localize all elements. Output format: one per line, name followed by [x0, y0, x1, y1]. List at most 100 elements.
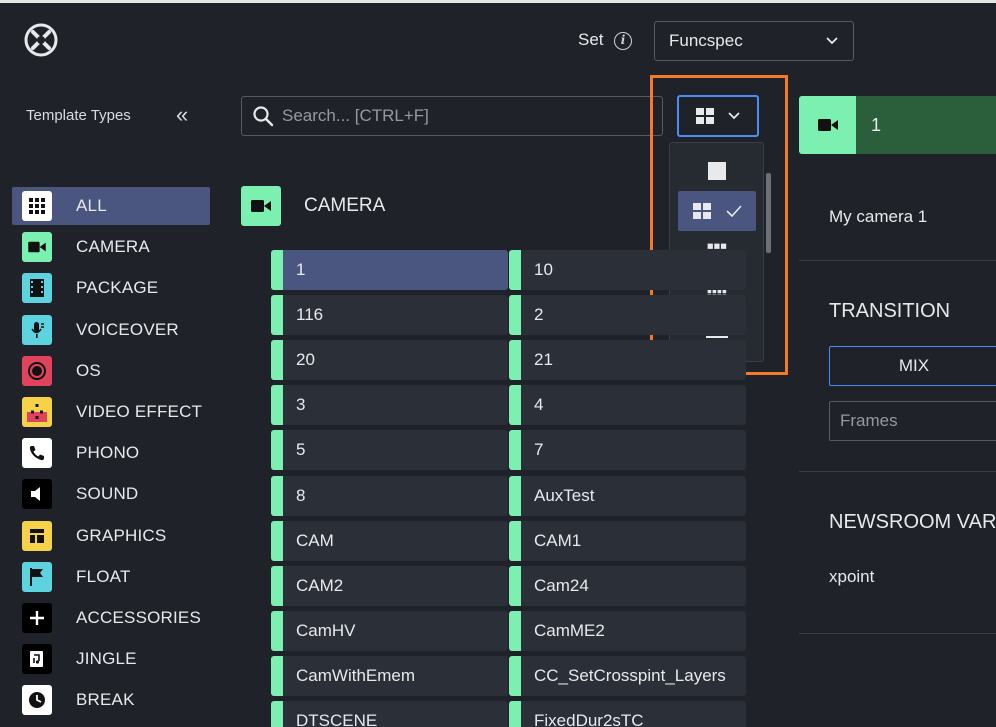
template-tile[interactable]: 7	[509, 430, 746, 471]
template-tile-label: DTSCENE	[296, 711, 378, 727]
detail-header: 1	[799, 96, 996, 154]
template-tile-label: AuxTest	[534, 485, 595, 505]
template-tile-label: CAM2	[296, 575, 344, 595]
mix-label: MIX	[898, 356, 930, 375]
template-tile-label: CamWithEmem	[296, 665, 416, 685]
template-tile[interactable]: Cam24	[509, 565, 746, 606]
template-tile-label: 21	[534, 350, 553, 370]
template-tile[interactable]: 2	[509, 295, 746, 336]
sidebar-item-camera[interactable]: CAMERA	[12, 228, 210, 266]
section-title: CAMERA	[304, 195, 386, 216]
set-select-value: Funcspec	[669, 31, 743, 50]
set-select[interactable]: Funcspec	[654, 21, 854, 61]
template-tile-label: 1	[296, 260, 306, 279]
template-tile-label: CamME2	[534, 620, 605, 640]
template-tile-label: 20	[296, 350, 315, 370]
sidebar-item-label: PACKAGE	[76, 278, 159, 298]
divider	[799, 260, 996, 261]
template-tile-label: CamHV	[296, 620, 356, 640]
sidebar-item-jingle[interactable]: JINGLE	[12, 640, 210, 678]
mix-button[interactable]: MIX	[829, 346, 996, 386]
template-tile-label: 8	[296, 485, 306, 505]
frames-input[interactable]	[840, 411, 990, 431]
search-box	[241, 96, 663, 136]
template-types-title: Template Types	[26, 107, 131, 124]
sidebar-item-label: VIDEO EFFECT	[76, 402, 203, 421]
set-label: Set	[578, 30, 604, 49]
camera-icon	[22, 232, 52, 263]
sidebar-item-voiceover[interactable]: VOICEOVER	[12, 311, 210, 349]
video-effect-icon	[22, 397, 52, 427]
sidebar-item-label: JINGLE	[76, 649, 137, 669]
template-tile[interactable]: 21	[509, 340, 746, 381]
camera-section-icon	[241, 186, 281, 226]
template-tile[interactable]: CAM2	[271, 565, 508, 606]
detail-header-value: 1	[871, 115, 882, 135]
frames-field	[829, 401, 996, 441]
record-icon	[22, 355, 52, 386]
camera-icon	[251, 200, 271, 212]
microphone-icon	[22, 314, 52, 345]
sidebar-item-os[interactable]: OS	[12, 352, 210, 390]
sidebar-item-sound[interactable]: SOUND	[12, 475, 210, 513]
template-tile-label: 2	[534, 305, 544, 325]
template-tile[interactable]: DTSCENE	[271, 701, 508, 727]
template-tile-label: FixedDur2sTC	[534, 711, 644, 727]
template-tile[interactable]: CAM1	[509, 520, 746, 561]
newsroom-heading: NEWSROOM VARIA	[829, 511, 996, 533]
template-tile-label: 3	[296, 395, 306, 415]
app-logo-icon	[24, 23, 58, 57]
template-tile[interactable]: CamHV	[271, 610, 508, 651]
sidebar-item-label: FLOAT	[76, 566, 131, 586]
search-input[interactable]	[282, 106, 642, 126]
sidebar-item-graphics[interactable]: GRAPHICS	[12, 517, 210, 555]
search-icon	[253, 106, 274, 127]
divider	[799, 633, 996, 634]
template-tile[interactable]: 10	[509, 250, 746, 290]
sidebar-item-label: SOUND	[76, 484, 139, 504]
template-tile[interactable]: CamME2	[509, 610, 746, 651]
speaker-icon	[22, 479, 52, 510]
sidebar-item-package[interactable]: PACKAGE	[12, 269, 210, 307]
template-tile-label: CAM1	[534, 530, 582, 550]
film-icon	[22, 273, 52, 304]
sidebar-item-float[interactable]: FLOAT	[12, 558, 210, 596]
sidebar-item-label: ALL	[76, 196, 107, 215]
jingle-icon	[22, 644, 52, 675]
grid-icon	[22, 191, 52, 221]
sidebar-item-break[interactable]: BREAK	[12, 681, 210, 719]
plus-icon	[22, 603, 52, 633]
template-tile[interactable]: CC_SetCrosspint_Layers	[509, 655, 746, 696]
template-tile[interactable]: 1	[271, 250, 508, 290]
template-tile[interactable]: 20	[271, 340, 508, 381]
sidebar-item-accessories[interactable]: ACCESSORIES	[12, 599, 210, 637]
template-tile[interactable]: 4	[509, 385, 746, 426]
sidebar-item-video-effect[interactable]: VIDEO EFFECT	[12, 393, 210, 431]
collapse-sidebar-icon[interactable]: «	[176, 103, 188, 127]
template-tile[interactable]: 5	[271, 430, 508, 471]
detail-camera-icon	[799, 96, 856, 154]
camera-icon	[817, 119, 838, 131]
detail-name: My camera 1	[829, 207, 928, 226]
template-tile[interactable]: CamWithEmem	[271, 655, 508, 696]
template-tile[interactable]: 8	[271, 475, 508, 516]
template-tile[interactable]: 3	[271, 385, 508, 426]
template-tile-label: 10	[534, 260, 553, 279]
sidebar-item-label: VOICEOVER	[76, 319, 179, 339]
sidebar-item-phono[interactable]: PHONO	[12, 434, 210, 472]
template-tile-label: CC_SetCrosspint_Layers	[534, 665, 726, 685]
template-tile[interactable]: AuxTest	[509, 475, 746, 516]
transition-heading: TRANSITION	[829, 300, 951, 322]
template-tile-label: 5	[296, 440, 306, 460]
divider	[799, 471, 996, 472]
sidebar-item-all[interactable]: ALL	[12, 187, 210, 225]
template-tile[interactable]: FixedDur2sTC	[509, 701, 746, 727]
template-tile-label: 116	[296, 305, 324, 325]
graphics-icon	[22, 520, 52, 551]
template-tile-label: 4	[534, 395, 544, 415]
template-tile[interactable]: CAM	[271, 520, 508, 561]
phone-icon	[22, 438, 52, 469]
template-tile[interactable]: 116	[271, 295, 508, 336]
info-icon[interactable]: i	[614, 32, 632, 50]
xpoint-label: xpoint	[829, 567, 875, 586]
